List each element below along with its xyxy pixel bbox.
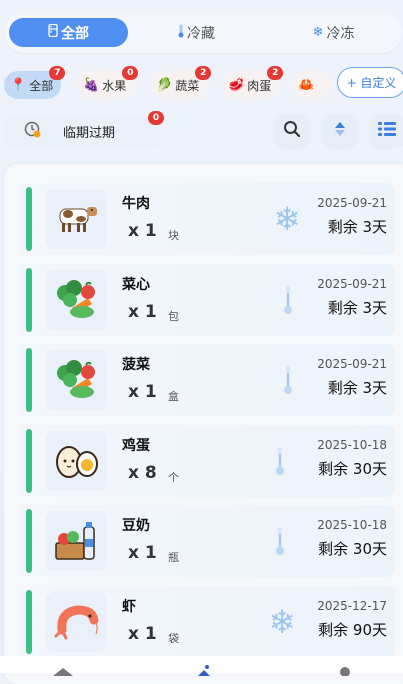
item-name: 牛肉 (122, 196, 150, 212)
item-expiry-date: 2025-09-21 (317, 277, 387, 291)
sort-icon (334, 121, 346, 141)
item-remaining-days: 剩余 90天 (318, 621, 387, 639)
freshness-bar (26, 268, 32, 332)
egg-icon (46, 431, 106, 491)
meat-icon: 🥩 (228, 77, 245, 93)
item-remaining-days: 剩余 30天 (318, 540, 387, 558)
category-count-badge: 7 (49, 66, 66, 80)
freshness-bar (26, 187, 32, 251)
storage-tabs: 全部 冷藏 ❄ 冷冻 (4, 12, 402, 53)
shrimp-icon (46, 592, 106, 652)
category-chips: 📍 全部 7 🍇 水果 0 🥬 蔬菜 2 🥩 肉蛋 2 🦀 + 自定义 (0, 66, 403, 104)
item-remaining-days: 剩余 3天 (327, 218, 387, 236)
item-expiry-date: 2025-09-21 (317, 357, 387, 371)
add-custom-category-button[interactable]: + 自定义 (337, 67, 403, 98)
snowflake-icon: ❄ (273, 200, 301, 238)
expiring-count-badge: 0 (148, 111, 164, 125)
item-quantity: x 1 (128, 382, 157, 402)
item-expiry-date: 2025-09-21 (317, 196, 387, 210)
freshness-bar (26, 429, 32, 493)
item-remaining-days: 剩余 3天 (327, 299, 387, 317)
item-unit: 盒 (168, 390, 179, 403)
snowflake-icon: ❄ (312, 25, 324, 40)
vegetables-icon (46, 270, 106, 330)
expiring-filter[interactable]: 临期过期 0 (4, 111, 164, 148)
view-toggle-button[interactable] (369, 113, 403, 149)
category-label: 蔬菜 (175, 78, 200, 93)
food-item[interactable]: 菠菜 x 1 盒 2025-09-21 剩余 3天 (18, 344, 395, 416)
food-item[interactable]: 豆奶 x 1 瓶 2025-10-18 剩余 30天 (18, 505, 395, 577)
item-quantity: x 1 (128, 221, 157, 241)
snowflake-icon: ❄ (268, 603, 296, 641)
item-unit: 包 (168, 310, 179, 323)
list-view-icon (378, 121, 396, 141)
item-quantity: x 1 (128, 624, 157, 644)
home-icon[interactable] (51, 661, 75, 680)
item-name: 菠菜 (122, 357, 150, 373)
item-remaining-days: 剩余 3天 (327, 379, 387, 397)
category-label: 肉蛋 (247, 78, 272, 93)
freshness-bar (26, 509, 32, 573)
item-unit: 瓶 (168, 551, 179, 564)
item-unit: 袋 (168, 632, 179, 645)
thermometer-icon (260, 441, 300, 481)
item-name: 虾 (122, 599, 136, 615)
thermometer-icon (268, 280, 308, 320)
item-expiry-date: 2025-12-17 (317, 599, 387, 613)
food-item[interactable]: 牛肉 x 1 块 ❄ 2025-09-21 剩余 3天 (18, 183, 395, 255)
thermometer-icon (178, 24, 184, 42)
tab-all-storage[interactable]: 全部 (9, 18, 128, 47)
category-vegetable[interactable]: 🥬 蔬菜 2 (150, 66, 212, 99)
fridge-icon (48, 23, 58, 41)
crab-icon: 🦀 (298, 77, 315, 93)
bottom-nav (0, 656, 403, 677)
vegetables-icon (46, 350, 106, 410)
category-count-badge: 2 (195, 66, 212, 80)
item-unit: 块 (168, 229, 179, 242)
cow-icon (46, 189, 106, 249)
food-item[interactable]: 菜心 x 1 包 2025-09-21 剩余 3天 (18, 264, 395, 336)
pin-icon: 📍 (10, 77, 27, 93)
category-fruit[interactable]: 🍇 水果 0 (77, 66, 139, 99)
item-name: 豆奶 (122, 518, 150, 534)
item-expiry-date: 2025-10-18 (317, 518, 387, 532)
category-label: 水果 (102, 78, 127, 93)
item-quantity: x 1 (128, 543, 157, 563)
category-count-badge: 2 (267, 66, 284, 80)
profile-icon[interactable] (338, 661, 352, 680)
tab-label: 冷冻 (326, 25, 355, 42)
item-name: 菜心 (122, 277, 150, 293)
food-item[interactable]: 虾 x 1 袋 ❄ 2025-12-17 剩余 90天 (18, 586, 395, 658)
item-unit: 个 (168, 471, 179, 484)
freshness-bar (26, 348, 32, 412)
tab-label: 冷藏 (187, 25, 215, 42)
tab-freezer[interactable]: ❄ 冷冻 (265, 18, 402, 47)
grocery-icon (46, 511, 106, 571)
tab-label: 全部 (61, 25, 89, 42)
thermometer-icon (260, 521, 300, 561)
item-quantity: x 8 (128, 463, 157, 483)
category-meat-egg[interactable]: 🥩 肉蛋 2 (222, 66, 284, 99)
search-icon (283, 120, 301, 142)
expiring-label: 临期过期 (63, 126, 116, 141)
category-label: 全部 (29, 78, 54, 93)
tab-fridge[interactable]: 冷藏 (128, 18, 265, 47)
sort-button[interactable] (322, 113, 358, 149)
thermometer-icon (268, 360, 308, 400)
freshness-bar (26, 590, 32, 654)
fruit-icon: 🍇 (83, 77, 100, 93)
search-button[interactable] (274, 113, 310, 149)
item-expiry-date: 2025-10-18 (317, 438, 387, 452)
food-item[interactable]: 鸡蛋 x 8 个 2025-10-18 剩余 30天 (18, 425, 395, 497)
food-icon[interactable] (194, 661, 214, 680)
category-all[interactable]: 📍 全部 7 (4, 66, 66, 99)
item-remaining-days: 剩余 30天 (318, 460, 387, 478)
vegetable-icon: 🥬 (156, 77, 173, 93)
food-list-panel: 牛肉 x 1 块 ❄ 2025-09-21 剩余 3天 菜心 x 1 包 202… (4, 164, 403, 684)
item-quantity: x 1 (128, 302, 157, 322)
category-count-badge: 0 (122, 66, 139, 80)
clock-warning-icon (24, 121, 41, 142)
category-seafood[interactable]: 🦀 (292, 71, 332, 99)
item-name: 鸡蛋 (122, 438, 150, 454)
